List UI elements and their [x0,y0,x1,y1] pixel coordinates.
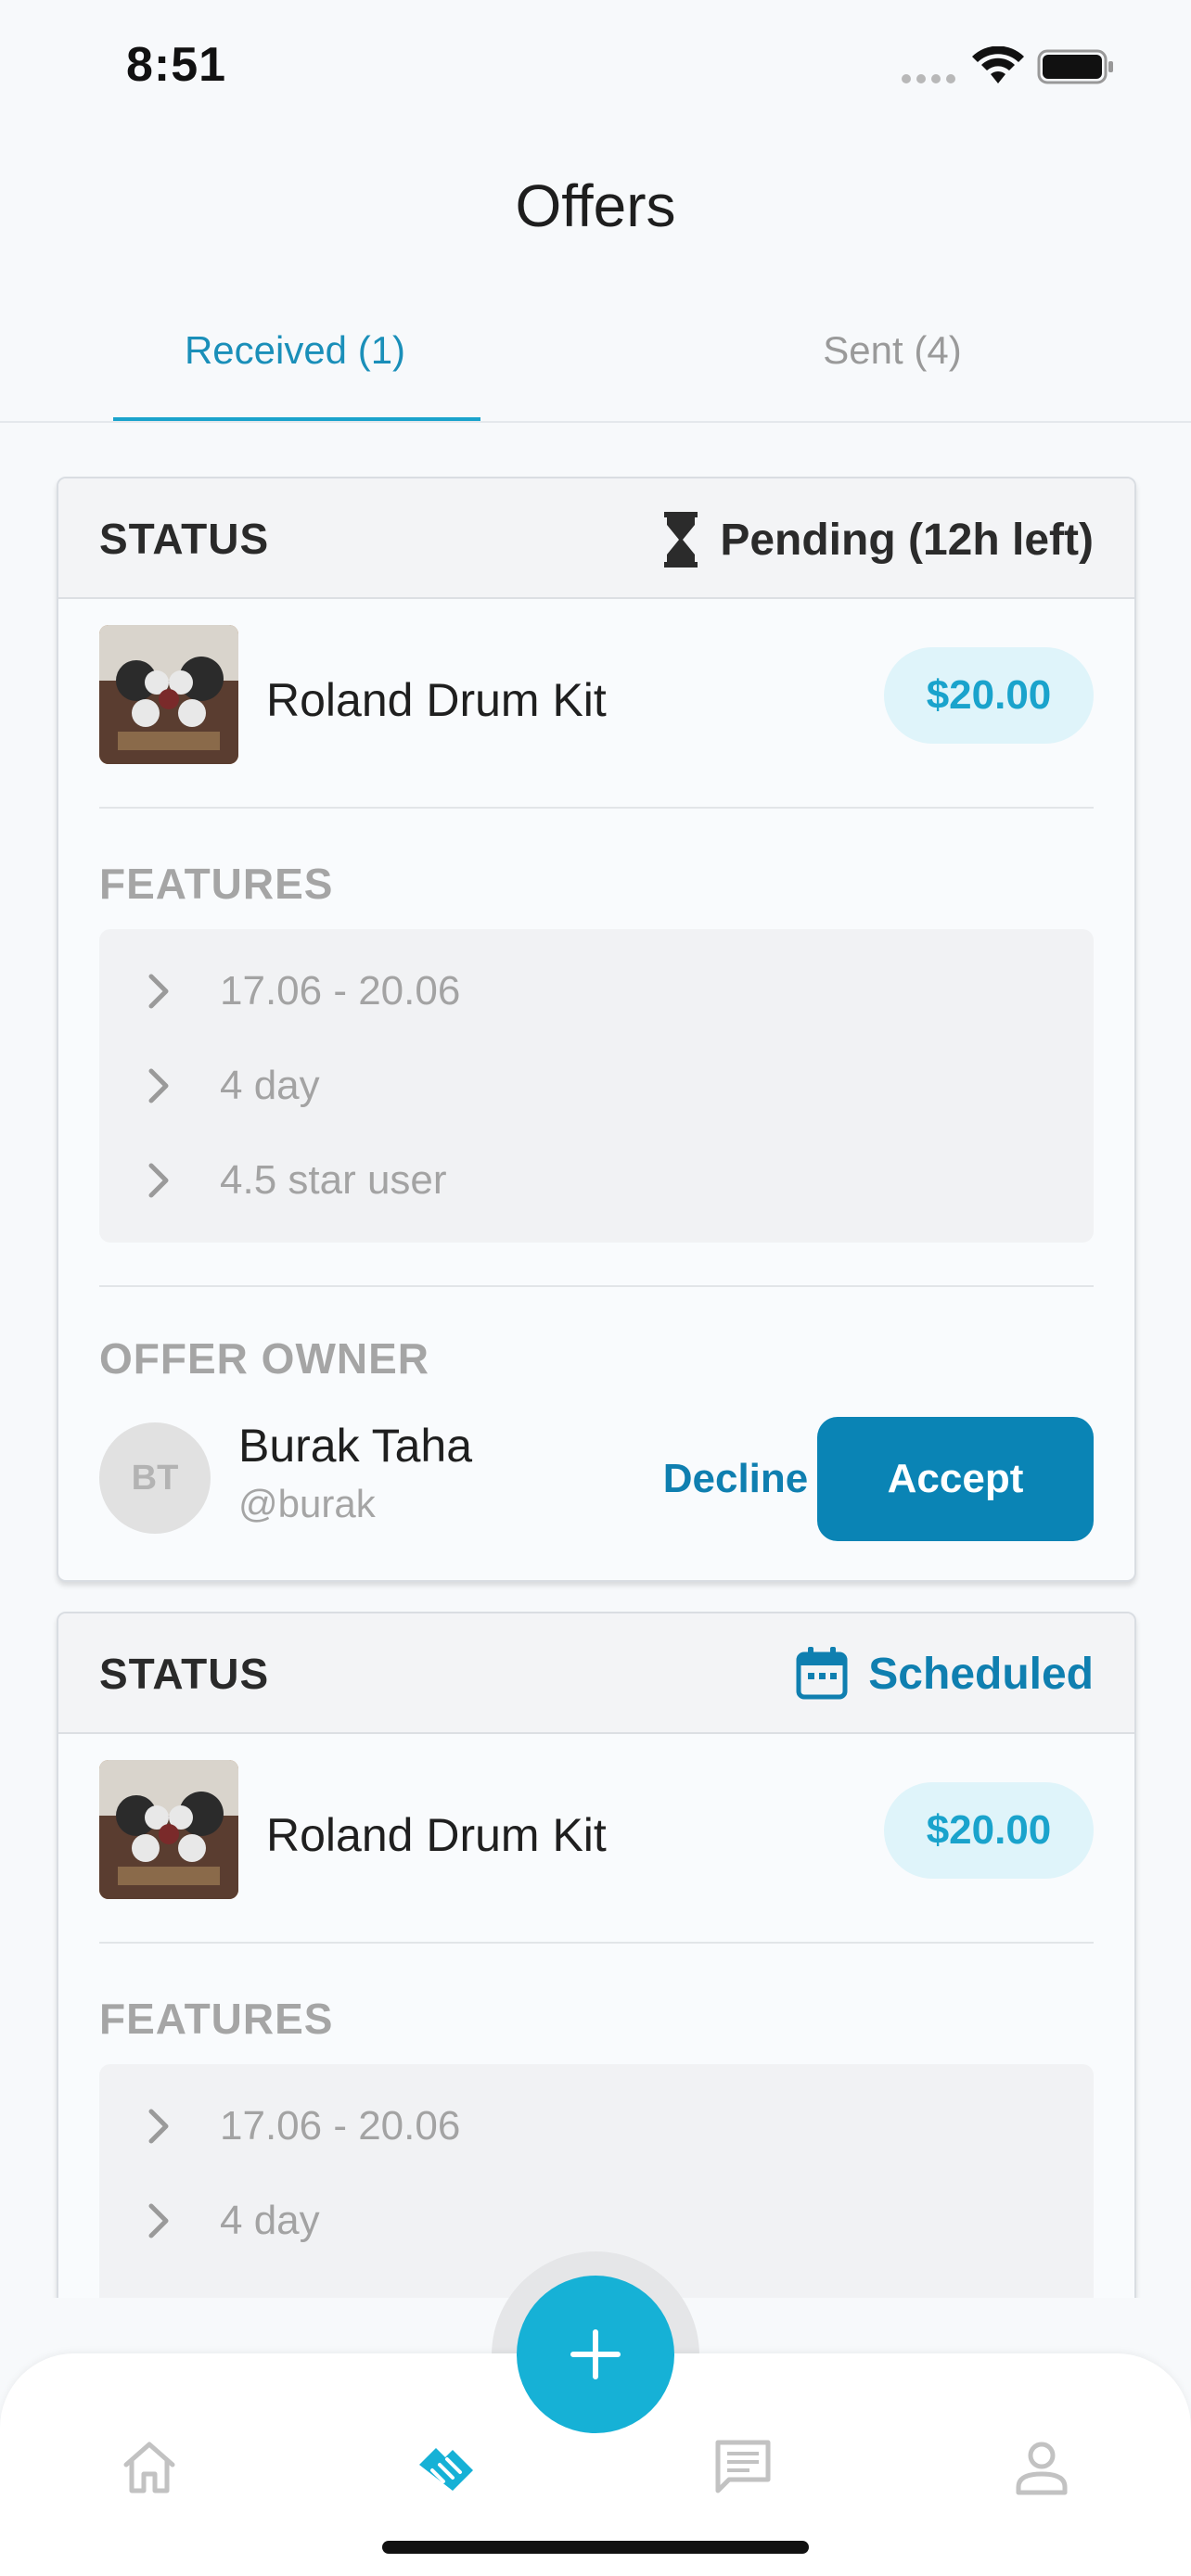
home-indicator [382,2541,809,2554]
features-label: FEATURES [99,860,334,908]
status-time: 8:51 [126,38,227,92]
offers-icon[interactable] [416,2437,477,2498]
price-badge: $20.00 [884,1782,1094,1879]
owner-row: BT Burak Taha @burak Decline Accept [99,1400,1094,1558]
item-row[interactable]: Roland Drum Kit $20.00 [99,1734,1094,1944]
card-status-header: STATUS Pending (12h left) [58,478,1134,599]
status-value: Scheduled [796,1647,1094,1701]
chevron-right-icon [148,1163,169,1198]
offer-card[interactable]: STATUS Pending (12h left) Roland Drum Ki… [57,477,1136,1582]
divider [99,1285,1094,1287]
status-text: Pending (12h left) [720,515,1094,565]
battery-icon [1037,49,1113,84]
chevron-right-icon [148,1068,169,1103]
offers-tabs: Received (1) Sent (4) [0,306,1191,423]
home-icon[interactable] [119,2437,180,2498]
status-value: Pending (12h left) [662,512,1094,567]
owner-handle: @burak [238,1482,376,1525]
avatar[interactable]: BT [99,1422,211,1534]
chat-icon[interactable] [712,2437,774,2498]
status-text: Scheduled [868,1649,1094,1699]
chevron-right-icon [148,2109,169,2144]
status-label: STATUS [99,1650,270,1698]
status-label: STATUS [99,515,270,563]
feature-text: 17.06 - 20.06 [220,2103,461,2149]
add-offer-button[interactable] [517,2276,674,2433]
cellular-signal-icon [902,74,955,83]
offers-list[interactable]: STATUS Pending (12h left) Roland Drum Ki… [0,423,1191,2298]
tab-received[interactable]: Received (1) [113,328,477,373]
wifi-icon [972,46,1024,83]
features-label: FEATURES [99,1995,334,2043]
price-badge: $20.00 [884,647,1094,744]
accept-button[interactable]: Accept [817,1417,1094,1541]
offer-owner-label: OFFER OWNER [99,1334,429,1383]
page-title: Offers [515,172,676,239]
feature-item: 17.06 - 20.06 [99,944,1094,1039]
item-name: Roland Drum Kit [266,674,607,726]
feature-text: 17.06 - 20.06 [220,968,461,1014]
status-bar: 8:51 [0,0,1191,130]
owner-name: Burak Taha [238,1420,473,1472]
tab-sent[interactable]: Sent (4) [711,328,1074,373]
feature-item: 4.5 star user [99,1133,1094,1228]
hourglass-icon [664,512,698,567]
card-status-header: STATUS Scheduled [58,1613,1134,1734]
feature-item: 17.06 - 20.06 [99,2079,1094,2174]
active-tab-indicator [113,417,480,421]
feature-text: 4 day [220,2198,320,2243]
feature-item: 4 day [99,1039,1094,1133]
item-name: Roland Drum Kit [266,1809,607,1861]
calendar-icon [796,1647,848,1700]
feature-text: 4.5 star user [220,1157,447,1203]
chevron-right-icon [148,2203,169,2238]
plus-icon [570,2329,621,2379]
feature-text: 4 day [220,1063,320,1108]
item-thumbnail [99,1760,238,1899]
item-thumbnail [99,625,238,764]
features-list: 17.06 - 20.06 4 day 4.5 star user [99,929,1094,1243]
offer-card[interactable]: STATUS Scheduled Roland Drum Kit $20.00 … [57,1612,1136,2298]
profile-icon[interactable] [1011,2437,1072,2498]
chevron-right-icon [148,974,169,1009]
item-row[interactable]: Roland Drum Kit $20.00 [99,599,1094,809]
